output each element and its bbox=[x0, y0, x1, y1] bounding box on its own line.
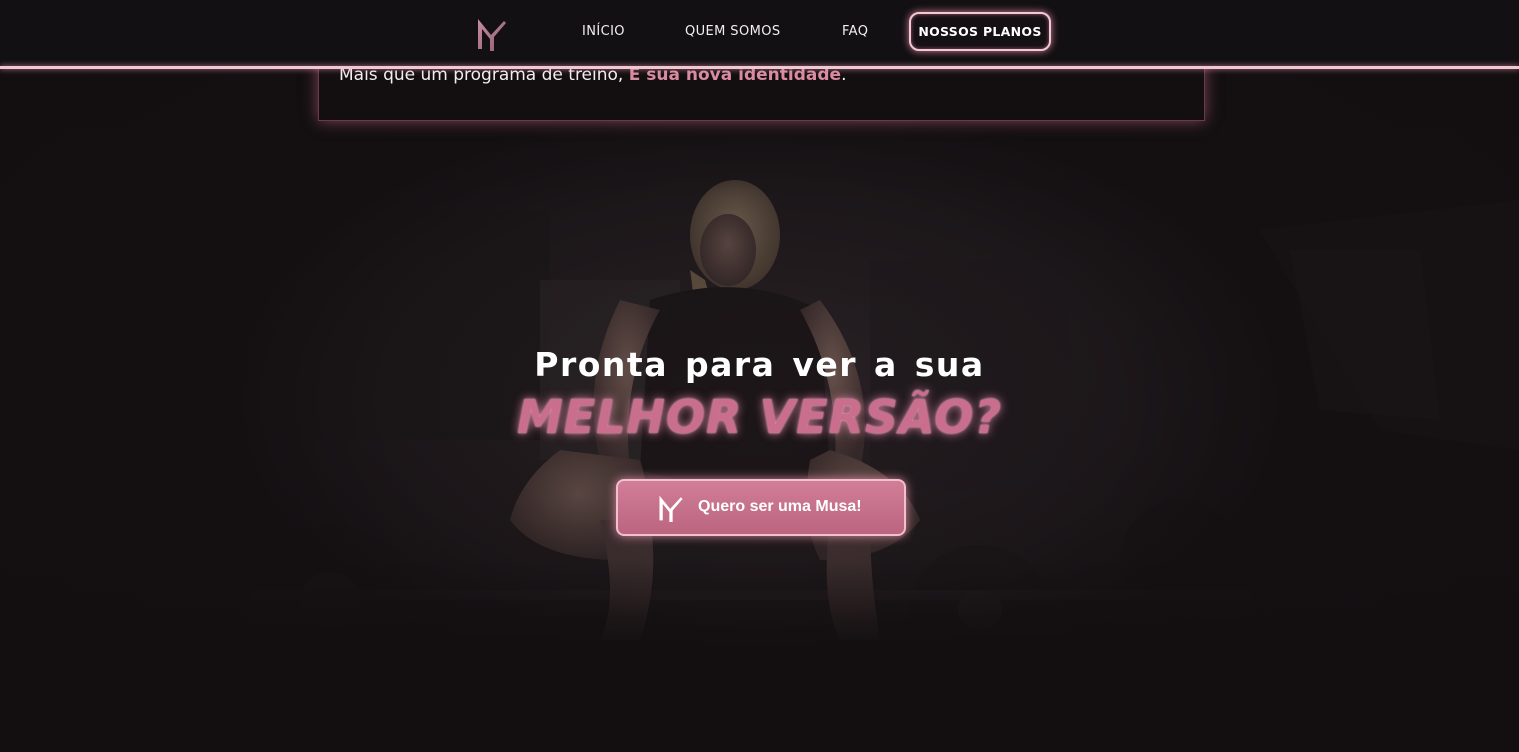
musa-logo-icon bbox=[657, 491, 685, 525]
quero-ser-musa-button[interactable]: Quero ser uma Musa! bbox=[616, 479, 906, 536]
page: Mais que um programa de treino, É sua no… bbox=[0, 0, 1519, 752]
hero-headline: Pronta para ver a sua bbox=[534, 345, 985, 384]
nav-link-faq[interactable]: FAQ bbox=[842, 24, 868, 39]
navbar-divider bbox=[0, 66, 1519, 69]
nossos-planos-button[interactable]: NOSSOS PLANOS bbox=[909, 12, 1051, 51]
nav-link-inicio[interactable]: INÍCIO bbox=[582, 24, 625, 39]
top-navbar: INÍCIO QUEM SOMOS FAQ NOSSOS PLANOS bbox=[0, 0, 1519, 66]
cta-label: Quero ser uma Musa! bbox=[698, 498, 862, 515]
hero-accent-headline: MELHOR VERSÃO? bbox=[516, 390, 1003, 444]
nav-link-quem-somos[interactable]: QUEM SOMOS bbox=[685, 24, 781, 39]
musa-logo-icon[interactable] bbox=[475, 15, 509, 53]
